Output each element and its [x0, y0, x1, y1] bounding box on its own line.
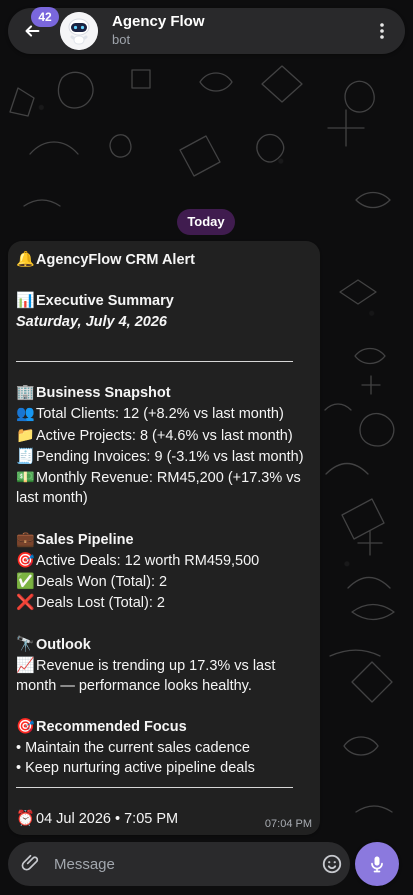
target-icon: 🎯 — [16, 550, 35, 569]
message-composer — [8, 842, 350, 886]
attach-button[interactable] — [20, 852, 42, 874]
chat-title: Agency Flow — [112, 13, 205, 30]
total-clients-text: Total Clients: 12 (+8.2% vs last month) — [36, 406, 284, 423]
building-icon: 🏢 — [16, 383, 35, 402]
alarm-clock-icon: ⏰ — [16, 809, 35, 828]
more-vertical-icon — [380, 23, 384, 39]
robot-avatar — [60, 12, 98, 50]
bell-icon: 🔔 — [16, 250, 35, 268]
summary-date: Saturday, July 4, 2026 — [16, 313, 167, 330]
more-menu-button[interactable] — [373, 21, 391, 41]
active-deals-text: Active Deals: 12 worth RM459,500 — [36, 552, 260, 569]
microphone-icon — [371, 856, 383, 873]
alert-title: AgencyFlow CRM Alert — [36, 252, 195, 268]
active-projects-text: Active Projects: 8 (+4.6% vs last month) — [36, 427, 293, 444]
focus-target-icon: 🎯 — [16, 717, 35, 736]
chat-screen: 42 Agency Flow bot Today 🔔AgencyFlow CRM… — [0, 0, 413, 895]
monthly-revenue-text: Monthly Revenue: RM45,200 (+17.3% vs las… — [16, 469, 301, 507]
receipt-icon: 🧾 — [16, 446, 35, 465]
trend-up-icon: 📈 — [16, 655, 35, 674]
outlook-text: Revenue is trending up 17.3% vs last mon… — [16, 657, 276, 694]
focus-item-2: • Keep nurturing active pipeline deals — [16, 759, 255, 776]
business-snapshot-title: Business Snapshot — [36, 385, 171, 402]
recommended-focus-title: Recommended Focus — [36, 719, 187, 736]
voice-message-button[interactable] — [355, 842, 399, 886]
message-content: 🔔AgencyFlow CRM Alert 📊Executive Summary… — [16, 249, 312, 829]
briefcase-icon: 💼 — [16, 529, 35, 548]
users-icon: 👥 — [16, 404, 35, 423]
pending-invoices-text: Pending Invoices: 9 (-3.1% vs last month… — [36, 448, 304, 465]
chat-subtitle: bot — [112, 32, 131, 47]
deals-lost-text: Deals Lost (Total): 2 — [36, 595, 165, 612]
focus-item-1: • Maintain the current sales cadence — [16, 739, 250, 756]
cross-icon: ❌ — [16, 593, 35, 612]
unread-count-badge: 42 — [31, 7, 59, 27]
message-footer-timestamp: 04 Jul 2026 • 7:05 PM — [36, 811, 179, 828]
paperclip-icon — [21, 854, 39, 871]
date-separator: Today — [177, 209, 235, 235]
executive-summary-title: Executive Summary — [36, 293, 174, 310]
folder-icon: 📁 — [16, 425, 35, 444]
check-icon: ✅ — [16, 571, 35, 590]
message-time: 07:04 PM — [264, 818, 312, 830]
smile-icon — [322, 854, 342, 874]
sales-pipeline-title: Sales Pipeline — [36, 531, 134, 548]
outlook-title: Outlook — [36, 636, 91, 653]
telescope-icon: 🔭 — [16, 634, 35, 653]
money-icon: 💵 — [16, 467, 35, 486]
deals-won-text: Deals Won (Total): 2 — [36, 573, 168, 590]
emoji-button[interactable] — [321, 853, 343, 875]
bar-chart-icon: 📊 — [16, 291, 35, 310]
message-input[interactable] — [52, 852, 302, 876]
message-bubble[interactable]: 🔔AgencyFlow CRM Alert 📊Executive Summary… — [8, 241, 320, 835]
chat-header: 42 Agency Flow bot — [8, 7, 405, 54]
avatar[interactable] — [60, 12, 98, 50]
